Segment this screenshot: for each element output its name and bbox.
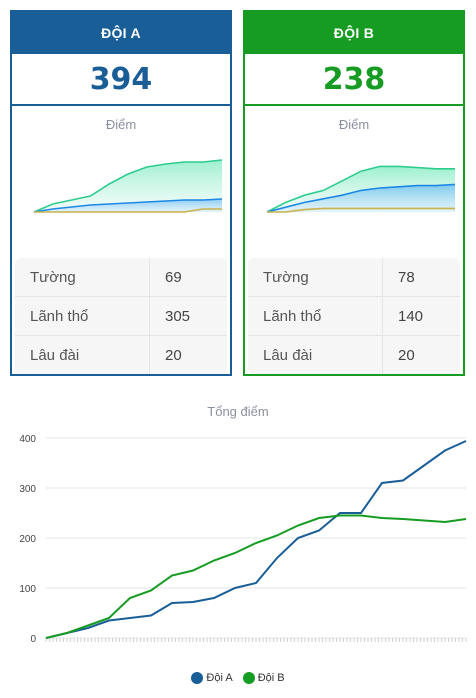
stat-row: Lãnh thổ 140 (248, 297, 460, 336)
team-stats-table: Tường 78 Lãnh thổ 140 Lâu đài 20 (248, 258, 460, 374)
team-b-score-chart (266, 165, 456, 213)
stat-value: 69 (165, 268, 182, 286)
stat-label: Tường (15, 258, 150, 296)
team-card-b: ĐỘI B 238 Điểm Tường 78 Lãnh thổ 140 Lâu… (243, 10, 465, 376)
stat-label: Tường (248, 258, 383, 296)
chart-legend: Đội A Đội B (0, 672, 476, 684)
legend-label: Đội A (206, 672, 233, 684)
stat-label: Lãnh thổ (15, 297, 150, 335)
y-tick-label: 100 (19, 584, 36, 595)
stat-value: 20 (398, 347, 415, 364)
stat-row: Lâu đài 20 (248, 336, 460, 374)
y-tick-label: 300 (19, 484, 36, 495)
stat-value: 305 (165, 307, 191, 325)
stat-row: Lâu đài 20 (15, 336, 227, 374)
legend-item-team-a[interactable]: Đội A (191, 672, 233, 684)
team-name: ĐỘI A (12, 12, 230, 54)
stat-row: Tường 78 (248, 258, 460, 297)
stat-label: Lãnh thổ (248, 297, 383, 335)
team-stats-table: Tường 69 Lãnh thổ 305 Lâu đài 20 (15, 258, 227, 374)
stat-row: Tường 69 (15, 258, 227, 297)
stat-row: Lãnh thổ 305 (15, 297, 227, 336)
stat-value: 20 (165, 347, 182, 364)
y-tick-label: 0 (30, 634, 36, 645)
legend-label: Đội B (257, 672, 285, 684)
total-score-chart: 0 100 200 300 400 (19, 434, 467, 645)
y-tick-label: 200 (19, 534, 36, 545)
stat-value: 140 (398, 307, 424, 325)
stat-label: Lâu đài (15, 336, 150, 374)
stat-label: Lâu đài (248, 336, 383, 374)
team-a-score-chart (33, 159, 223, 213)
legend-item-team-b[interactable]: Đội B (242, 672, 285, 684)
team-name: ĐỘI B (245, 12, 463, 54)
mini-chart-title: Điểm (105, 117, 137, 132)
team-score: 394 (12, 54, 230, 106)
stat-value: 78 (398, 268, 415, 286)
team-score: 238 (245, 54, 463, 106)
legend-swatch (191, 672, 204, 684)
total-chart-title: Tổng điểm (207, 404, 269, 419)
series-line (45, 440, 467, 639)
legend-swatch (242, 672, 255, 684)
y-tick-label: 400 (19, 434, 36, 445)
team-card-a: ĐỘI A 394 Điểm Tường 69 Lãnh thổ 305 Lâu… (10, 10, 232, 376)
mini-chart-title: Điểm (338, 117, 370, 132)
